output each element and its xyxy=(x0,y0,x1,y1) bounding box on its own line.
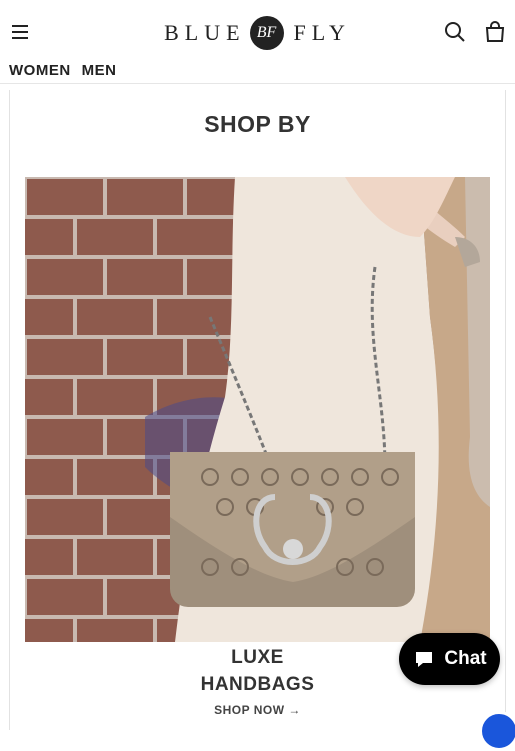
shop-now-link[interactable]: SHOP NOW → xyxy=(0,703,515,717)
site-logo[interactable]: BLUE BF FLY xyxy=(150,14,365,52)
site-header: BLUE BF FLY WOMEN MEN xyxy=(0,0,515,84)
top-navigation: WOMEN MEN xyxy=(9,62,117,79)
shopping-bag-icon[interactable] xyxy=(483,20,507,44)
logo-text-left: BLUE xyxy=(164,20,246,45)
hamburger-menu-icon[interactable] xyxy=(10,22,32,42)
search-icon[interactable] xyxy=(443,20,467,44)
section-title: SHOP BY xyxy=(204,111,311,137)
chat-bubble-icon xyxy=(416,652,433,667)
logo-monogram: BF xyxy=(249,16,284,50)
nav-women[interactable]: WOMEN xyxy=(9,62,71,79)
promo-image[interactable] xyxy=(25,177,490,642)
nav-men[interactable]: MEN xyxy=(82,62,117,79)
chat-label: Chat xyxy=(444,648,487,669)
logo-text-right: FLY xyxy=(293,20,351,45)
accessibility-icon[interactable] xyxy=(479,711,515,751)
chat-button[interactable]: Chat xyxy=(399,633,500,685)
